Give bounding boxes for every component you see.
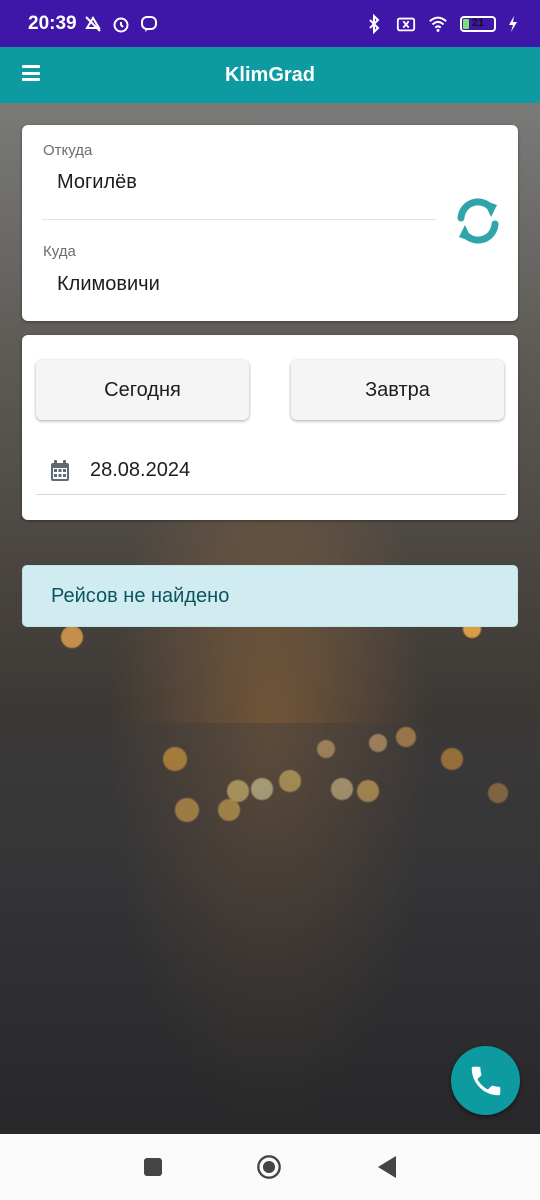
hamburger-menu-icon[interactable] bbox=[22, 65, 40, 81]
viber-icon bbox=[139, 14, 159, 34]
calendar-icon bbox=[51, 459, 69, 481]
recents-square-icon bbox=[144, 1158, 162, 1176]
from-field[interactable]: Могилёв bbox=[57, 171, 137, 194]
to-field[interactable]: Климовичи bbox=[57, 273, 160, 296]
from-label: Откуда bbox=[43, 142, 93, 159]
date-card: Сегодня Завтра 28.08.2024 bbox=[22, 335, 518, 520]
today-button[interactable]: Сегодня bbox=[36, 360, 249, 420]
battery-icon: 21 bbox=[460, 15, 496, 32]
sim-off-icon bbox=[396, 14, 416, 34]
phone-icon bbox=[471, 1066, 500, 1095]
route-divider bbox=[42, 219, 436, 220]
mute-vibrate-icon bbox=[83, 14, 103, 34]
status-bar: 20:39 21 bbox=[0, 0, 540, 47]
wifi-icon bbox=[428, 14, 448, 34]
date-input[interactable]: 28.08.2024 bbox=[36, 447, 506, 495]
system-nav-bar bbox=[0, 1134, 540, 1200]
selected-date: 28.08.2024 bbox=[90, 459, 191, 481]
no-results-message: Рейсов не найдено bbox=[51, 584, 230, 607]
to-label: Куда bbox=[43, 243, 76, 260]
swap-sync-icon bbox=[457, 198, 499, 244]
status-time: 20:39 bbox=[28, 12, 77, 34]
home-button[interactable] bbox=[256, 1154, 282, 1180]
charging-icon bbox=[508, 14, 518, 34]
back-button[interactable] bbox=[374, 1154, 400, 1180]
status-left-icons bbox=[83, 14, 159, 34]
swap-direction-button[interactable] bbox=[452, 195, 504, 247]
status-right-icons: 21 bbox=[364, 13, 518, 34]
battery-level: 21 bbox=[471, 16, 485, 29]
call-button[interactable] bbox=[451, 1046, 520, 1115]
alarm-icon bbox=[111, 14, 131, 34]
tomorrow-button[interactable]: Завтра bbox=[291, 360, 504, 420]
bluetooth-icon bbox=[364, 13, 384, 34]
route-card: Откуда Могилёв Куда Климовичи bbox=[22, 125, 518, 321]
recents-button[interactable] bbox=[140, 1154, 166, 1180]
no-results-alert: Рейсов не найдено bbox=[22, 565, 518, 627]
app-bar: KlimGrad bbox=[0, 47, 540, 103]
back-triangle-icon bbox=[378, 1156, 396, 1178]
home-circle-icon bbox=[257, 1155, 281, 1179]
app-title: KlimGrad bbox=[224, 63, 316, 86]
